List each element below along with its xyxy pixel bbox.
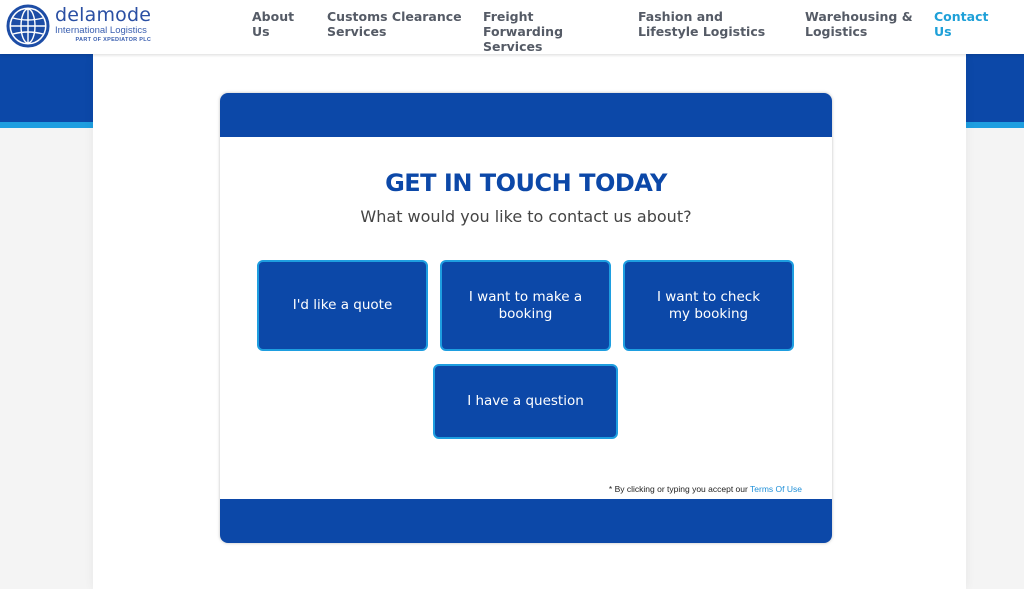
terms-text: * By clicking or typing you accept our — [608, 484, 748, 494]
nav-contact-us[interactable]: Contact Us — [934, 9, 994, 39]
nav-freight-forwarding[interactable]: Freight Forwarding Services — [483, 9, 613, 54]
card-header-bar — [220, 93, 832, 137]
terms-of-use-link[interactable]: Terms Of Use — [750, 484, 802, 494]
brand-subtitle: International Logistics — [55, 25, 147, 36]
logo-text: delamode International Logistics PART OF… — [55, 6, 151, 43]
contact-title: GET IN TOUCH TODAY — [385, 169, 667, 197]
terms-notice: * By clicking or typing you accept our T… — [609, 484, 802, 494]
contact-subtitle: What would you like to contact us about? — [360, 207, 692, 226]
question-button[interactable]: I have a question — [433, 364, 618, 439]
nav-warehousing[interactable]: Warehousing & Logistics — [805, 9, 920, 39]
make-booking-button[interactable]: I want to make a booking — [440, 260, 611, 351]
site-header: delamode International Logistics PART OF… — [0, 0, 1024, 54]
nav-customs-clearance[interactable]: Customs Clearance Services — [327, 9, 462, 39]
brand-tagline: PART OF XPEDIATOR PLC — [75, 36, 152, 43]
nav-about-us[interactable]: About Us — [252, 9, 302, 39]
nav-fashion-lifestyle[interactable]: Fashion and Lifestyle Logistics — [638, 9, 783, 39]
brand-name: delamode — [55, 4, 152, 26]
globe-icon — [6, 4, 50, 48]
check-booking-button[interactable]: I want to check my booking — [623, 260, 794, 351]
logo[interactable]: delamode International Logistics PART OF… — [6, 4, 151, 48]
card-footer-bar — [220, 499, 832, 543]
contact-card: GET IN TOUCH TODAY What would you like t… — [220, 93, 832, 543]
quote-button[interactable]: I'd like a quote — [257, 260, 428, 351]
